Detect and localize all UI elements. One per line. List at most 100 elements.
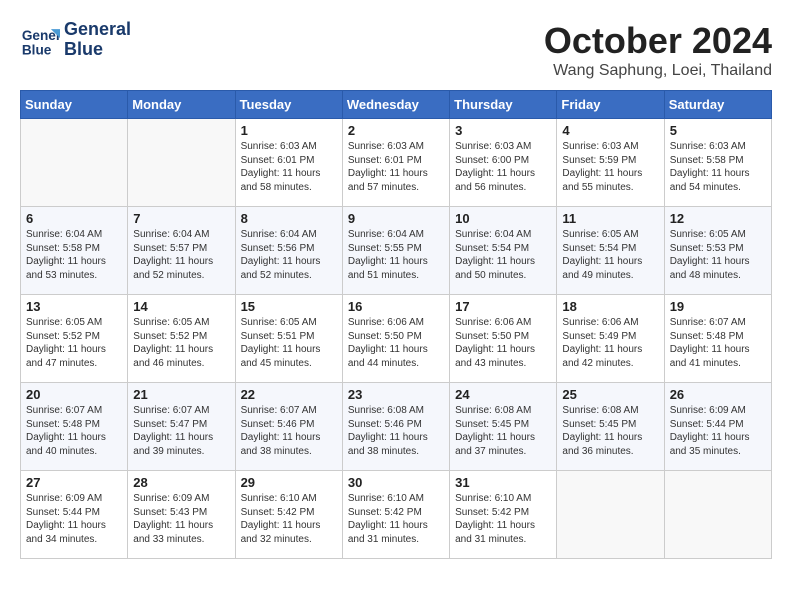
day-number: 19 (670, 299, 766, 314)
day-number: 4 (562, 123, 658, 138)
month-title: October 2024 (544, 20, 772, 62)
day-number: 22 (241, 387, 337, 402)
calendar-cell: 7Sunrise: 6:04 AMSunset: 5:57 PMDaylight… (128, 207, 235, 295)
weekday-header-row: SundayMondayTuesdayWednesdayThursdayFrid… (21, 91, 772, 119)
weekday-header-monday: Monday (128, 91, 235, 119)
calendar-cell: 24 Sunrise: 6:08 AMSunset: 5:45 PMDayligh… (450, 383, 557, 471)
week-row-5: 27 Sunrise: 6:09 AMSunset: 5:44 PMDayligh… (21, 471, 772, 559)
day-number: 11 (562, 211, 658, 226)
calendar-cell: 13Sunrise: 6:05 AMSunset: 5:52 PMDayligh… (21, 295, 128, 383)
day-info: Sunrise: 6:06 AMSunset: 5:50 PMDaylight:… (348, 316, 444, 370)
week-row-4: 20 Sunrise: 6:07 AMSunset: 5:48 PMDayligh… (21, 383, 772, 471)
day-info: Sunrise: 6:06 AMSunset: 5:49 PMDaylight:… (562, 316, 658, 370)
calendar-cell (128, 119, 235, 207)
calendar-cell: 2 Sunrise: 6:03 AMSunset: 6:01 PMDaylight… (342, 119, 449, 207)
calendar-cell: 4Sunrise: 6:03 AMSunset: 5:59 PMDaylight… (557, 119, 664, 207)
day-info: Sunrise: 6:04 AMSunset: 5:54 PMDaylight:… (455, 228, 551, 282)
weekday-header-thursday: Thursday (450, 91, 557, 119)
day-info: Sunrise: 6:05 AMSunset: 5:54 PMDaylight:… (562, 228, 658, 282)
day-info: Sunrise: 6:03 AMSunset: 6:01 PMDaylight:… (348, 140, 444, 194)
day-number: 25 (562, 387, 658, 402)
calendar-cell: 30 Sunrise: 6:10 AMSunset: 5:42 PMDayligh… (342, 471, 449, 559)
calendar-cell: 3Sunrise: 6:03 AMSunset: 6:00 PMDaylight… (450, 119, 557, 207)
calendar-cell: 11 Sunrise: 6:05 AMSunset: 5:54 PMDayligh… (557, 207, 664, 295)
day-info: Sunrise: 6:09 AMSunset: 5:43 PMDaylight:… (133, 492, 229, 546)
day-number: 21 (133, 387, 229, 402)
calendar-cell: 16 Sunrise: 6:06 AMSunset: 5:50 PMDayligh… (342, 295, 449, 383)
day-number: 23 (348, 387, 444, 402)
calendar-cell: 9 Sunrise: 6:04 AMSunset: 5:55 PMDaylight… (342, 207, 449, 295)
weekday-header-wednesday: Wednesday (342, 91, 449, 119)
day-info: Sunrise: 6:05 AMSunset: 5:52 PMDaylight:… (133, 316, 229, 370)
day-number: 5 (670, 123, 766, 138)
logo-line1: General (64, 20, 131, 40)
day-number: 17 (455, 299, 551, 314)
logo-icon: General Blue (20, 20, 60, 60)
logo: General Blue General Blue (20, 20, 131, 60)
day-number: 18 (562, 299, 658, 314)
day-info: Sunrise: 6:08 AMSunset: 5:46 PMDaylight:… (348, 404, 444, 458)
day-info: Sunrise: 6:07 AMSunset: 5:48 PMDaylight:… (670, 316, 766, 370)
day-number: 6 (26, 211, 122, 226)
calendar-cell: 10 Sunrise: 6:04 AMSunset: 5:54 PMDayligh… (450, 207, 557, 295)
day-info: Sunrise: 6:09 AMSunset: 5:44 PMDaylight:… (670, 404, 766, 458)
calendar-cell: 28 Sunrise: 6:09 AMSunset: 5:43 PMDayligh… (128, 471, 235, 559)
logo-line2: Blue (64, 40, 131, 60)
day-number: 31 (455, 475, 551, 490)
week-row-3: 13Sunrise: 6:05 AMSunset: 5:52 PMDayligh… (21, 295, 772, 383)
day-number: 16 (348, 299, 444, 314)
day-number: 26 (670, 387, 766, 402)
calendar-cell: 15 Sunrise: 6:05 AMSunset: 5:51 PMDayligh… (235, 295, 342, 383)
day-number: 7 (133, 211, 229, 226)
day-info: Sunrise: 6:04 AMSunset: 5:56 PMDaylight:… (241, 228, 337, 282)
calendar-cell: 23 Sunrise: 6:08 AMSunset: 5:46 PMDayligh… (342, 383, 449, 471)
weekday-header-sunday: Sunday (21, 91, 128, 119)
week-row-2: 6Sunrise: 6:04 AMSunset: 5:58 PMDaylight… (21, 207, 772, 295)
day-number: 14 (133, 299, 229, 314)
day-info: Sunrise: 6:10 AMSunset: 5:42 PMDaylight:… (348, 492, 444, 546)
calendar-table: SundayMondayTuesdayWednesdayThursdayFrid… (20, 90, 772, 559)
calendar-cell: 27 Sunrise: 6:09 AMSunset: 5:44 PMDayligh… (21, 471, 128, 559)
day-number: 28 (133, 475, 229, 490)
day-info: Sunrise: 6:04 AMSunset: 5:55 PMDaylight:… (348, 228, 444, 282)
week-row-1: 1Sunrise: 6:03 AMSunset: 6:01 PMDaylight… (21, 119, 772, 207)
day-number: 27 (26, 475, 122, 490)
day-number: 9 (348, 211, 444, 226)
calendar-cell: 22Sunrise: 6:07 AMSunset: 5:46 PMDayligh… (235, 383, 342, 471)
calendar-cell: 20 Sunrise: 6:07 AMSunset: 5:48 PMDayligh… (21, 383, 128, 471)
day-info: Sunrise: 6:09 AMSunset: 5:44 PMDaylight:… (26, 492, 122, 546)
day-info: Sunrise: 6:05 AMSunset: 5:53 PMDaylight:… (670, 228, 766, 282)
calendar-cell: 6Sunrise: 6:04 AMSunset: 5:58 PMDaylight… (21, 207, 128, 295)
calendar-cell: 31 Sunrise: 6:10 AMSunset: 5:42 PMDayligh… (450, 471, 557, 559)
calendar-cell: 26 Sunrise: 6:09 AMSunset: 5:44 PMDayligh… (664, 383, 771, 471)
day-info: Sunrise: 6:05 AMSunset: 5:52 PMDaylight:… (26, 316, 122, 370)
calendar-cell: 1Sunrise: 6:03 AMSunset: 6:01 PMDaylight… (235, 119, 342, 207)
day-info: Sunrise: 6:05 AMSunset: 5:51 PMDaylight:… (241, 316, 337, 370)
calendar-cell (557, 471, 664, 559)
calendar-cell: 12 Sunrise: 6:05 AMSunset: 5:53 PMDayligh… (664, 207, 771, 295)
day-number: 30 (348, 475, 444, 490)
day-number: 12 (670, 211, 766, 226)
day-number: 24 (455, 387, 551, 402)
calendar-cell (664, 471, 771, 559)
day-info: Sunrise: 6:08 AMSunset: 5:45 PMDaylight:… (455, 404, 551, 458)
day-info: Sunrise: 6:07 AMSunset: 5:48 PMDaylight:… (26, 404, 122, 458)
day-info: Sunrise: 6:10 AMSunset: 5:42 PMDaylight:… (455, 492, 551, 546)
svg-text:Blue: Blue (22, 43, 52, 58)
weekday-header-friday: Friday (557, 91, 664, 119)
day-info: Sunrise: 6:03 AMSunset: 5:58 PMDaylight:… (670, 140, 766, 194)
day-number: 3 (455, 123, 551, 138)
weekday-header-tuesday: Tuesday (235, 91, 342, 119)
calendar-cell: 25Sunrise: 6:08 AMSunset: 5:45 PMDayligh… (557, 383, 664, 471)
day-info: Sunrise: 6:06 AMSunset: 5:50 PMDaylight:… (455, 316, 551, 370)
logo-text: General Blue (64, 20, 131, 60)
day-number: 10 (455, 211, 551, 226)
day-number: 8 (241, 211, 337, 226)
calendar-cell: 5 Sunrise: 6:03 AMSunset: 5:58 PMDaylight… (664, 119, 771, 207)
day-number: 15 (241, 299, 337, 314)
calendar-cell: 18 Sunrise: 6:06 AMSunset: 5:49 PMDayligh… (557, 295, 664, 383)
day-number: 2 (348, 123, 444, 138)
calendar-cell: 29Sunrise: 6:10 AMSunset: 5:42 PMDayligh… (235, 471, 342, 559)
calendar-cell: 8 Sunrise: 6:04 AMSunset: 5:56 PMDaylight… (235, 207, 342, 295)
day-number: 20 (26, 387, 122, 402)
